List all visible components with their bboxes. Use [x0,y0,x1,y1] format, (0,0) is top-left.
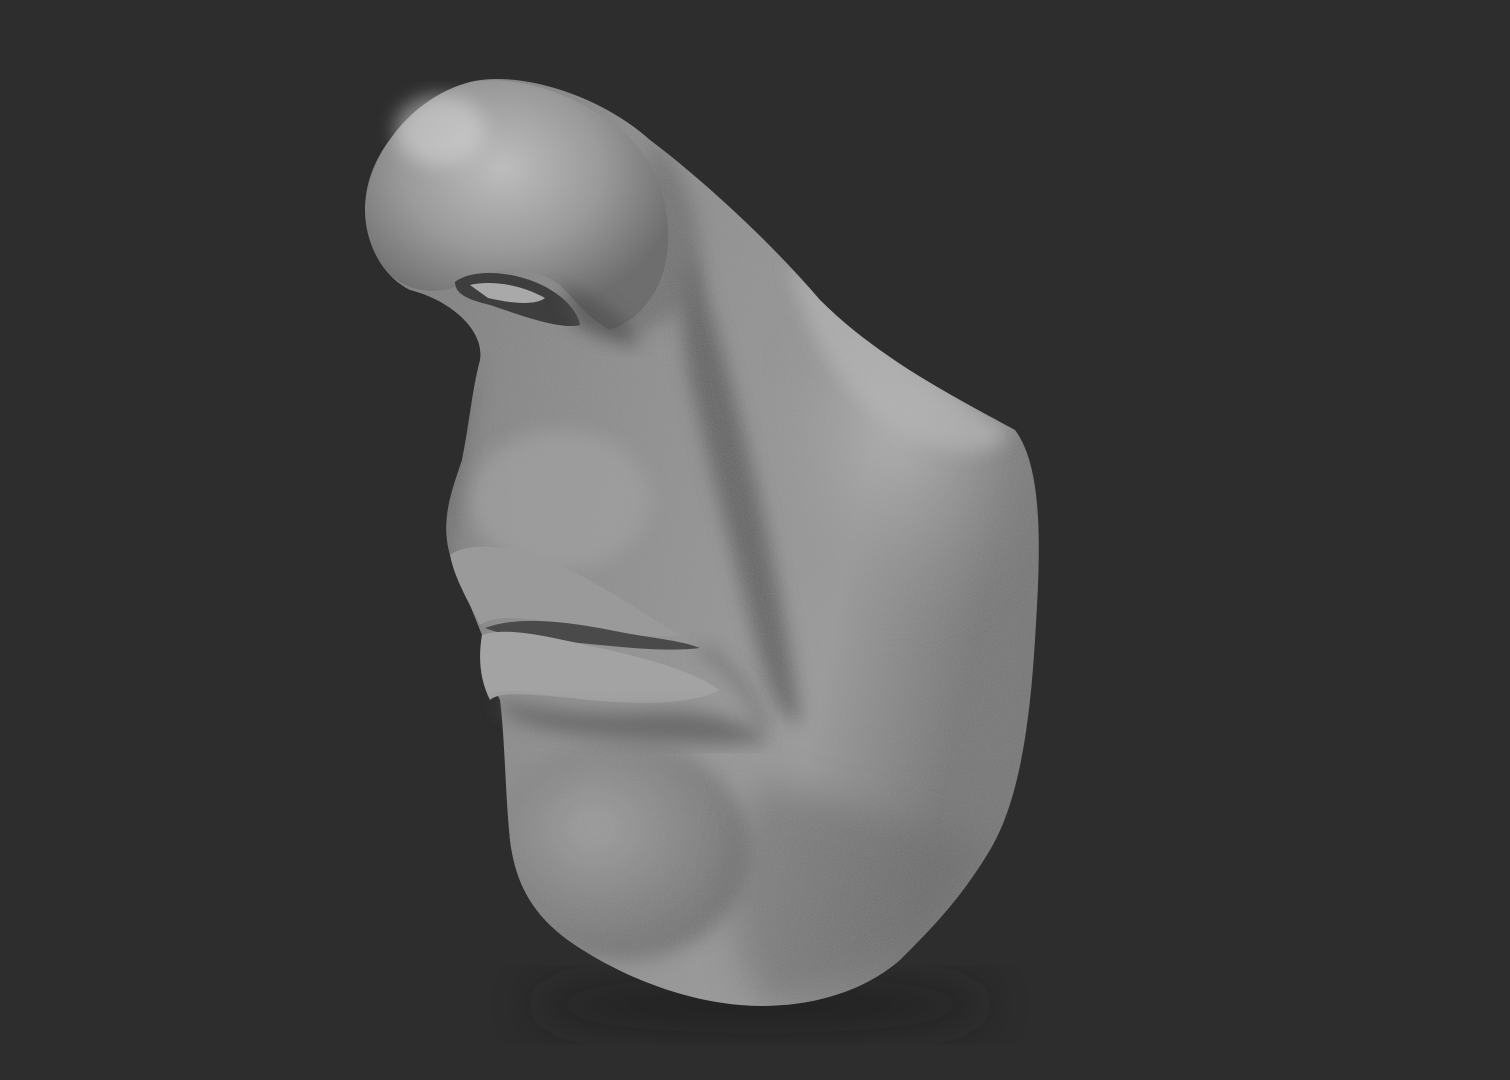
sculpt-render [365,79,1039,1033]
viewport-canvas [0,0,1510,1080]
sculpt-model [365,79,1039,1006]
